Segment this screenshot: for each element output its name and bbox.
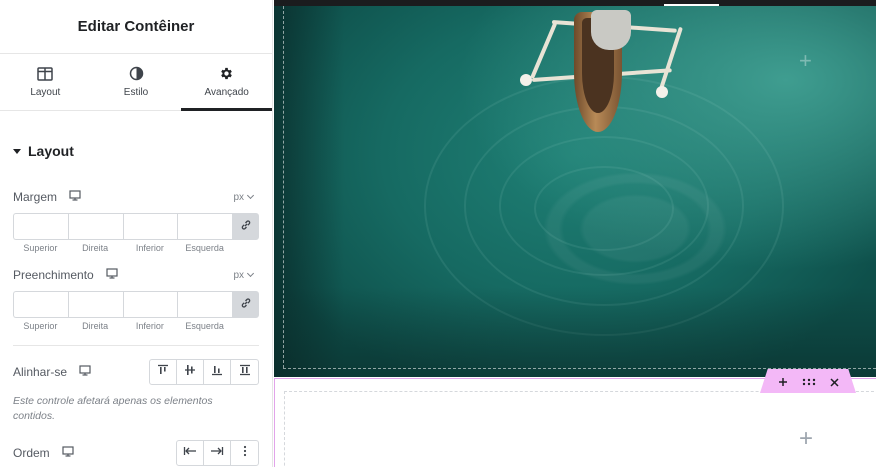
order-custom-button[interactable] bbox=[231, 441, 258, 465]
side-label: Esquerda bbox=[185, 243, 224, 253]
margin-top-input[interactable] bbox=[13, 213, 68, 240]
side-label: Inferior bbox=[135, 243, 164, 253]
drag-icon[interactable] bbox=[802, 378, 816, 386]
link-icon bbox=[240, 218, 252, 236]
margin-side-labels: Superior Direita Inferior Esquerda bbox=[13, 243, 232, 253]
editor-canvas: + + bbox=[274, 0, 876, 467]
layout-icon bbox=[37, 66, 54, 81]
align-self-buttons bbox=[149, 359, 259, 385]
more-vertical-icon bbox=[243, 444, 247, 462]
margin-unit-select[interactable]: px bbox=[233, 192, 259, 203]
padding-unit-value: px bbox=[233, 269, 244, 281]
padding-control-header: Preenchimento px bbox=[13, 263, 259, 287]
section-title: Layout bbox=[28, 143, 74, 159]
float bbox=[656, 86, 668, 98]
divider bbox=[13, 345, 259, 346]
drop-area[interactable] bbox=[284, 391, 876, 467]
align-self-help: Este controle afetará apenas os elemento… bbox=[13, 395, 213, 422]
outrigger-pole bbox=[530, 21, 558, 79]
align-center-button[interactable] bbox=[177, 360, 204, 384]
plus-icon[interactable]: + bbox=[799, 48, 812, 74]
order-buttons bbox=[176, 440, 259, 466]
tab-style-label: Estilo bbox=[123, 87, 149, 98]
desktop-icon[interactable] bbox=[62, 444, 74, 462]
order-control: Ordem bbox=[13, 440, 259, 466]
margin-label: Margem bbox=[13, 190, 58, 204]
panel-title: Editar Contêiner bbox=[77, 18, 195, 35]
person bbox=[591, 10, 631, 50]
side-label: Esquerda bbox=[185, 321, 224, 331]
outrigger-pole bbox=[658, 26, 683, 93]
half-circle-icon bbox=[129, 66, 144, 81]
add-element-plus-icon[interactable]: + bbox=[799, 427, 813, 451]
side-label: Superior bbox=[23, 243, 58, 253]
side-label: Superior bbox=[23, 321, 58, 331]
tab-layout[interactable]: Layout bbox=[0, 54, 91, 110]
margin-unit-value: px bbox=[233, 191, 244, 203]
desktop-icon[interactable] bbox=[79, 363, 91, 381]
tab-layout-label: Layout bbox=[30, 86, 61, 98]
padding-unit-select[interactable]: px bbox=[233, 270, 259, 281]
side-label: Inferior bbox=[135, 321, 164, 331]
tab-advanced-label: Avançado bbox=[204, 87, 249, 98]
align-end-icon bbox=[211, 363, 223, 381]
align-stretch-button[interactable] bbox=[231, 360, 258, 384]
align-start-button[interactable] bbox=[150, 360, 177, 384]
container-outline bbox=[283, 6, 284, 368]
align-self-control: Alinhar-se bbox=[13, 359, 259, 385]
layout-section: Layout Margem px Superior Direita Inferi… bbox=[0, 111, 272, 466]
container-handle[interactable] bbox=[760, 369, 856, 393]
link-icon bbox=[240, 296, 252, 314]
tab-advanced[interactable]: Avançado bbox=[181, 54, 272, 111]
side-label: Direita bbox=[82, 243, 109, 253]
arrow-to-start-icon bbox=[183, 444, 197, 462]
link-values-button[interactable] bbox=[232, 213, 259, 240]
float bbox=[520, 74, 532, 86]
padding-label: Preenchimento bbox=[13, 268, 94, 282]
background-photo bbox=[274, 6, 876, 377]
container-outline bbox=[283, 368, 876, 369]
padding-bottom-input[interactable] bbox=[122, 291, 178, 318]
align-self-label: Alinhar-se bbox=[13, 365, 68, 379]
gear-icon bbox=[219, 66, 234, 81]
padding-side-labels: Superior Direita Inferior Esquerda bbox=[13, 321, 232, 331]
padding-right-input[interactable] bbox=[67, 291, 123, 318]
tab-style[interactable]: Estilo bbox=[91, 54, 182, 110]
section-toggle[interactable]: Layout bbox=[13, 111, 259, 167]
padding-inputs bbox=[13, 291, 259, 318]
align-start-icon bbox=[157, 363, 169, 381]
align-center-icon bbox=[184, 363, 196, 381]
chevron-down-icon bbox=[246, 269, 255, 278]
desktop-icon[interactable] bbox=[106, 266, 118, 284]
padding-top-input[interactable] bbox=[13, 291, 68, 318]
order-last-button[interactable] bbox=[204, 441, 231, 465]
photo-shade bbox=[274, 287, 876, 377]
close-icon[interactable] bbox=[829, 377, 839, 387]
arrow-to-end-icon bbox=[210, 444, 224, 462]
link-values-button[interactable] bbox=[232, 291, 259, 318]
align-end-button[interactable] bbox=[204, 360, 231, 384]
panel-tabs: Layout Estilo Avançado bbox=[0, 54, 272, 111]
order-first-button[interactable] bbox=[177, 441, 204, 465]
margin-right-input[interactable] bbox=[67, 213, 123, 240]
water-ripple bbox=[534, 166, 674, 251]
margin-left-input[interactable] bbox=[177, 213, 232, 240]
margin-bottom-input[interactable] bbox=[122, 213, 178, 240]
margin-control-header: Margem px bbox=[13, 185, 259, 209]
editor-panel: Editar Contêiner Layout Estilo Avançado … bbox=[0, 0, 273, 467]
side-label: Direita bbox=[82, 321, 109, 331]
panel-header: Editar Contêiner bbox=[0, 0, 272, 54]
desktop-icon[interactable] bbox=[69, 188, 81, 206]
order-label: Ordem bbox=[13, 446, 50, 460]
padding-left-input[interactable] bbox=[177, 291, 232, 318]
align-stretch-icon bbox=[239, 363, 251, 381]
plus-icon[interactable] bbox=[778, 377, 788, 387]
caret-down-icon bbox=[13, 148, 21, 154]
chevron-down-icon bbox=[246, 191, 255, 200]
margin-inputs bbox=[13, 213, 259, 240]
